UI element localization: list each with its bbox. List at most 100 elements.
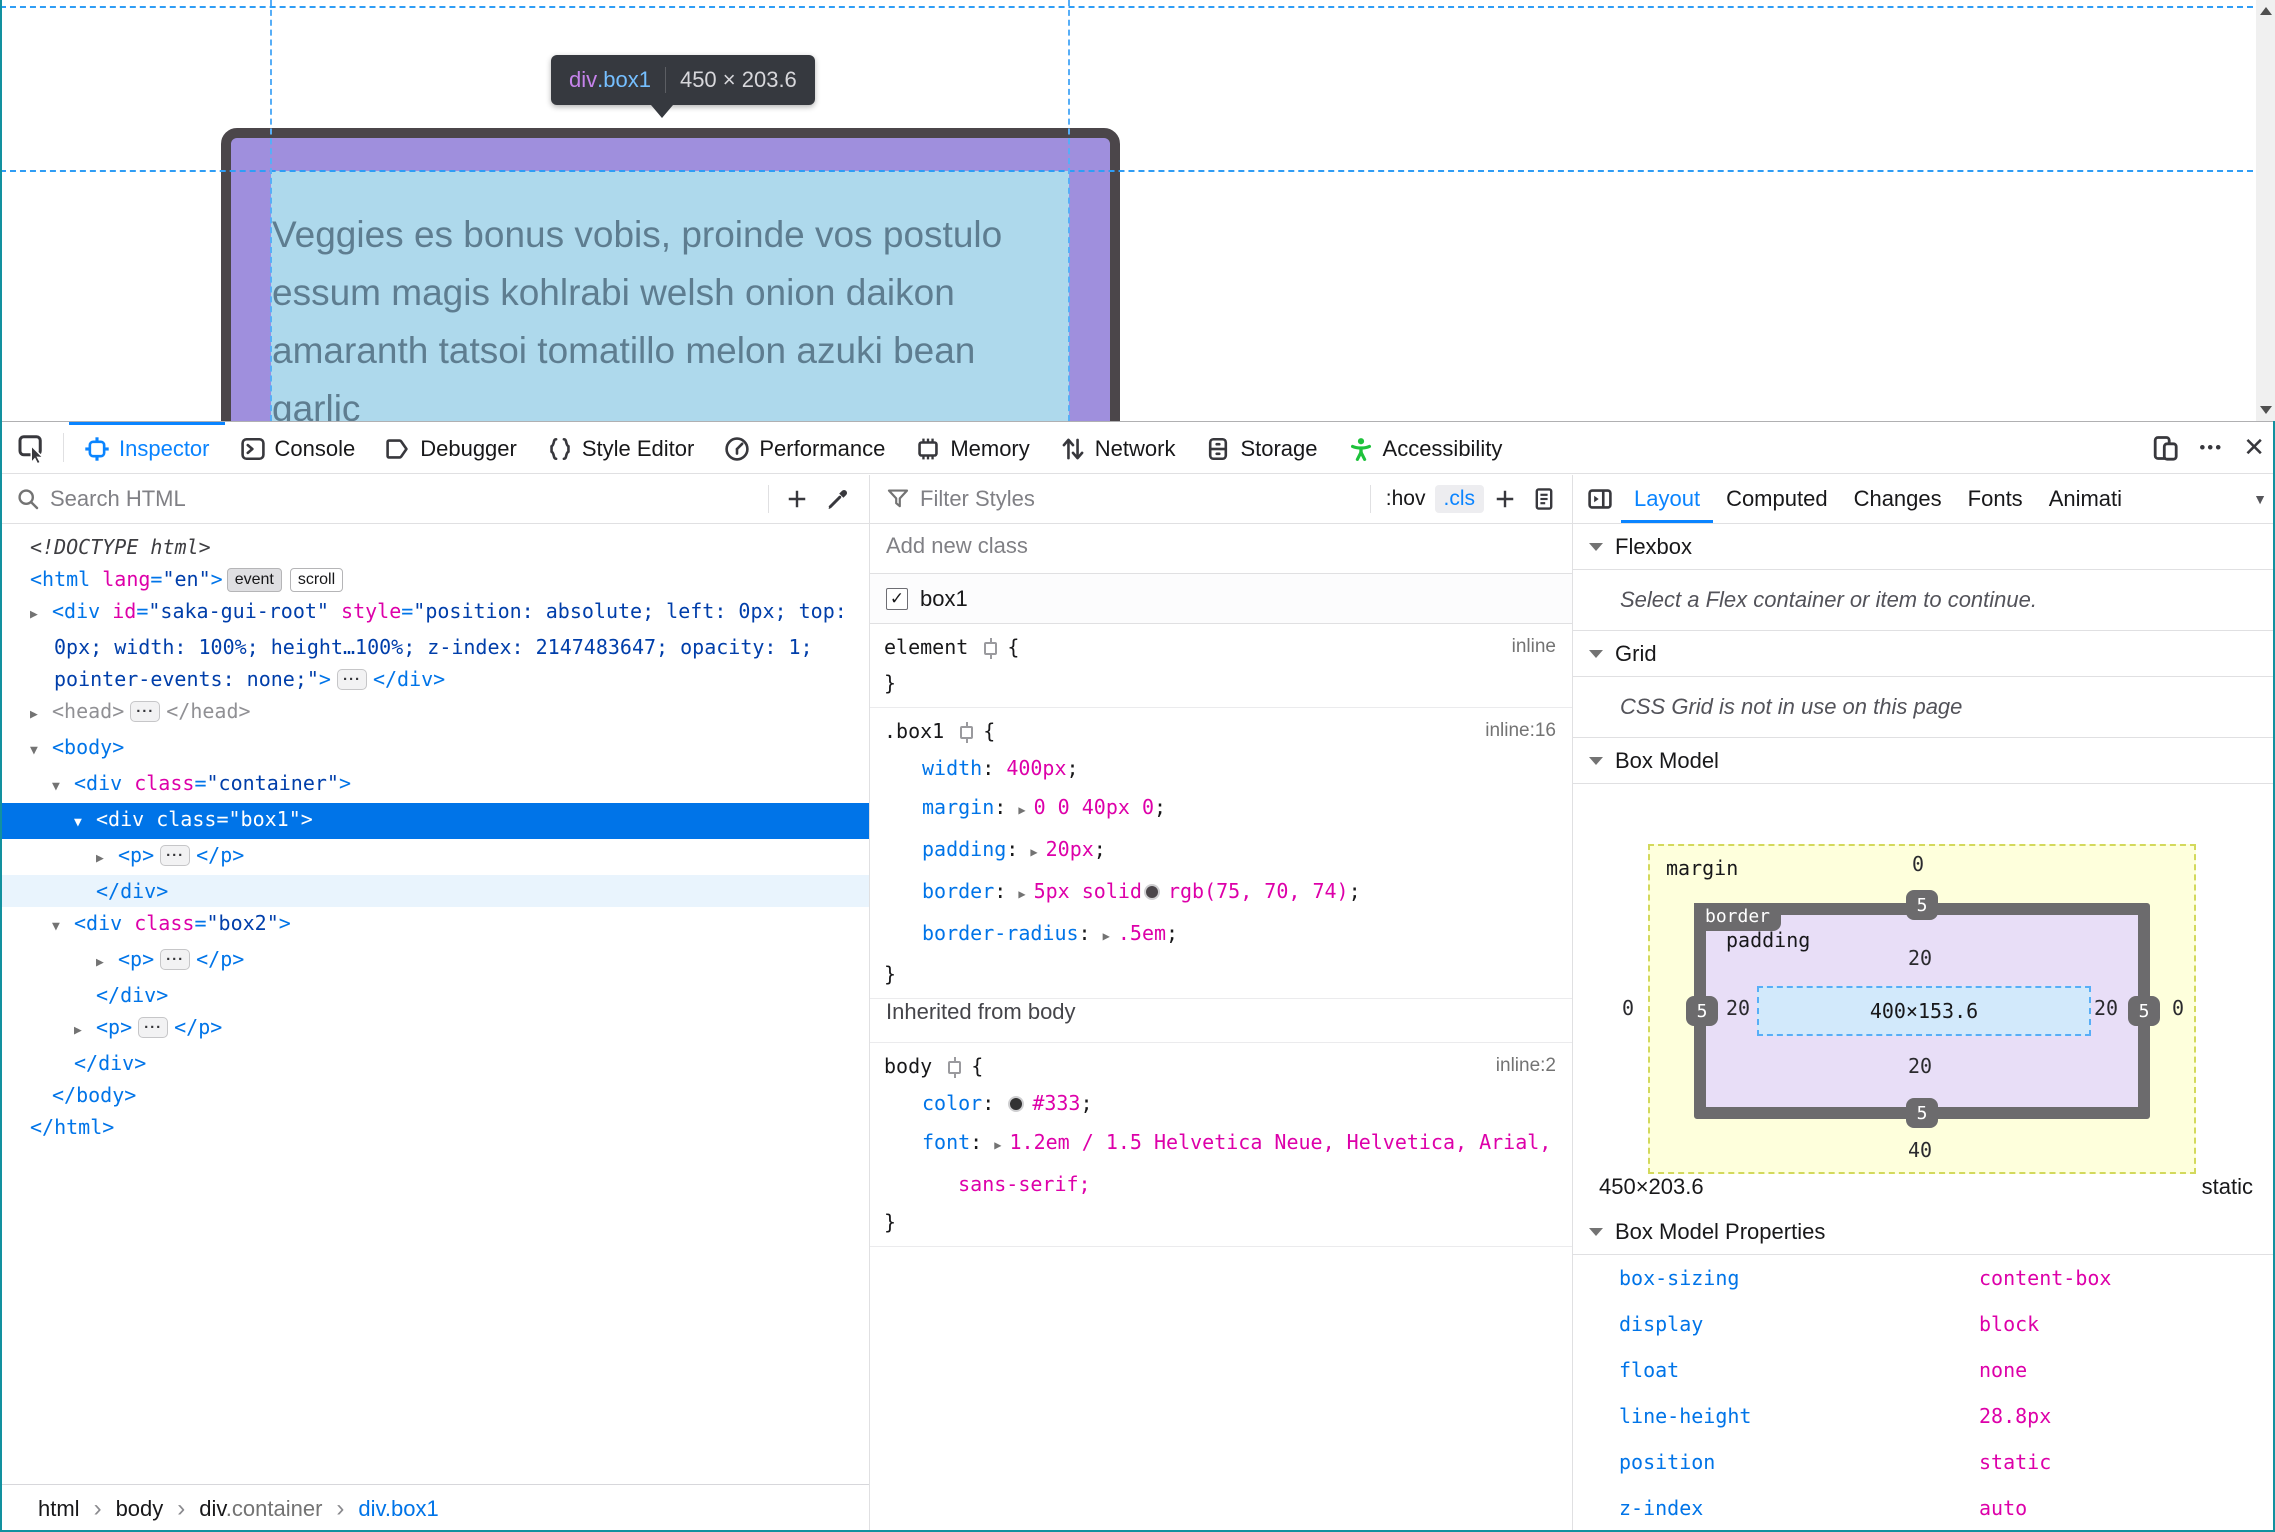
sidebar-tab-computed[interactable]: Computed xyxy=(1713,475,1841,523)
add-new-class-input[interactable] xyxy=(886,533,1538,559)
add-new-class-row xyxy=(870,524,1572,574)
rule-selector[interactable]: body { xyxy=(870,1048,1572,1084)
scroll-up-arrow-icon[interactable] xyxy=(2260,7,2272,15)
rule-source-link[interactable]: inline:16 xyxy=(1485,720,1556,742)
border-left-value[interactable]: 5 xyxy=(1686,996,1718,1026)
tree-row-div-box1-selected[interactable]: ▼ <div class="box1"> xyxy=(0,803,869,839)
tab-storage[interactable]: Storage xyxy=(1190,422,1332,473)
tree-row-close-div-box1[interactable]: </div> xyxy=(0,875,869,907)
add-node-button[interactable] xyxy=(777,488,817,510)
rule-source-link[interactable]: inline:2 xyxy=(1496,1055,1556,1077)
margin-right-value[interactable]: 0 xyxy=(2172,996,2184,1020)
tab-network[interactable]: Network xyxy=(1045,422,1191,473)
page-scrollbar[interactable] xyxy=(2256,0,2275,421)
close-devtools-button[interactable]: ✕ xyxy=(2233,422,2275,473)
sidebar-tab-layout[interactable]: Layout xyxy=(1621,475,1713,523)
meatball-menu-button[interactable]: ••• xyxy=(2189,422,2233,473)
box-model-content-region[interactable]: 400×153.6 xyxy=(1757,986,2091,1036)
tab-accessibility[interactable]: Accessibility xyxy=(1333,422,1518,473)
declaration-font-cont[interactable]: sans-serif; xyxy=(870,1165,1572,1204)
margin-bottom-value[interactable]: 40 xyxy=(1908,1138,1932,1162)
declaration-border[interactable]: border: ▶ 5px solid rgb(75, 70, 74); xyxy=(870,872,1572,914)
pseudo-class-hov-button[interactable]: :hov xyxy=(1377,485,1435,513)
margin-left-value[interactable]: 0 xyxy=(1622,996,1634,1020)
tree-row-saka-gui-root-cont[interactable]: pointer-events: none;"> ··· </div> xyxy=(0,663,869,695)
filter-styles-input[interactable] xyxy=(920,486,1364,512)
tab-inspector[interactable]: Inspector xyxy=(69,422,225,473)
breadcrumb-item-div-box1-selected[interactable]: div.box1 xyxy=(358,1496,438,1522)
rule-selector[interactable]: .box1 { xyxy=(870,713,1572,749)
breadcrumb-item-body[interactable]: body xyxy=(116,1496,164,1522)
border-bottom-value[interactable]: 5 xyxy=(1906,1098,1938,1128)
tree-row-saka-gui-root-cont[interactable]: 0px; width: 100%; height…100%; z-index: … xyxy=(0,631,869,663)
flexbox-section-header[interactable]: Flexbox xyxy=(1573,524,2275,570)
print-media-simulation-button[interactable] xyxy=(1526,487,1562,511)
declaration-color[interactable]: color: #333; xyxy=(870,1084,1572,1123)
tree-row-close-div-box2[interactable]: </div> xyxy=(0,979,869,1011)
tab-console[interactable]: Console xyxy=(225,422,371,473)
declaration-border-radius[interactable]: border-radius: ▶ .5em; xyxy=(870,914,1572,956)
tab-debugger[interactable]: Debugger xyxy=(370,422,532,473)
padding-bottom-value[interactable]: 20 xyxy=(1908,1054,1932,1078)
margin-top-value[interactable]: 0 xyxy=(1912,852,1924,876)
tree-row-p[interactable]: ▶ <p> ··· </p> xyxy=(0,839,869,875)
storage-icon xyxy=(1209,437,1228,461)
tree-row-div-box2[interactable]: ▼ <div class="box2"> xyxy=(0,907,869,943)
border-top-value[interactable]: 5 xyxy=(1906,890,1938,920)
box-model-section-header[interactable]: Box Model xyxy=(1573,738,2275,784)
declaration-padding[interactable]: padding: ▶ 20px; xyxy=(870,830,1572,872)
breadcrumb-item-html[interactable]: html xyxy=(38,1496,80,1522)
tree-row-head[interactable]: ▶ <head> ··· </head> xyxy=(0,695,869,731)
rule-body[interactable]: body { inline:2 color: #333; font: ▶ 1.2e… xyxy=(870,1043,1572,1247)
tab-memory[interactable]: Memory xyxy=(900,422,1044,473)
rule-selector[interactable]: element { xyxy=(870,629,1572,665)
property-row-box-sizing[interactable]: box-sizing content-box xyxy=(1573,1255,2275,1301)
box-model-margin-region[interactable]: margin 0 40 0 0 border 5 5 5 5 padding 2… xyxy=(1622,844,2196,1174)
tree-row-close-html[interactable]: </html> xyxy=(0,1111,869,1143)
sidebar-toggle-button[interactable] xyxy=(1579,475,1621,523)
tree-row-p[interactable]: ▶ <p> ··· </p> xyxy=(0,943,869,979)
box-model-properties-header[interactable]: Box Model Properties xyxy=(1573,1209,2275,1255)
property-row-z-index[interactable]: z-index auto xyxy=(1573,1485,2275,1531)
padding-left-value[interactable]: 20 xyxy=(1726,996,1750,1020)
declaration-margin[interactable]: margin: ▶ 0 0 40px 0; xyxy=(870,788,1572,830)
padding-top-value[interactable]: 20 xyxy=(1908,946,1932,970)
tab-performance[interactable]: Performance xyxy=(709,422,900,473)
property-row-position[interactable]: position static xyxy=(1573,1439,2275,1485)
rule-element[interactable]: element { inline } xyxy=(870,624,1572,708)
grid-section-header[interactable]: Grid xyxy=(1573,631,2275,677)
responsive-design-button[interactable] xyxy=(2141,422,2189,473)
tree-row-body[interactable]: ▼ <body> xyxy=(0,731,869,767)
eyedropper-button[interactable] xyxy=(817,487,859,511)
tree-row-close-div-container[interactable]: </div> xyxy=(0,1047,869,1079)
sidebar-tab-animations[interactable]: Animati xyxy=(2036,475,2122,523)
class-panel-cls-button[interactable]: .cls xyxy=(1434,485,1484,513)
property-row-display[interactable]: display block xyxy=(1573,1301,2275,1347)
tree-row-p[interactable]: ▶ <p> ··· </p> xyxy=(0,1011,869,1047)
rule-box1[interactable]: .box1 { inline:16 width: 400px; margin: … xyxy=(870,708,1572,999)
scroll-down-arrow-icon[interactable] xyxy=(2260,406,2272,414)
property-row-float[interactable]: float none xyxy=(1573,1347,2275,1393)
search-html-input[interactable] xyxy=(50,486,760,512)
tab-style-editor[interactable]: Style Editor xyxy=(532,422,710,473)
padding-right-value[interactable]: 20 xyxy=(2094,996,2118,1020)
sidebar-tab-changes[interactable]: Changes xyxy=(1841,475,1955,523)
node-picker-button[interactable] xyxy=(6,422,58,473)
tree-row-close-body[interactable]: </body> xyxy=(0,1079,869,1111)
breadcrumb-item-div-container[interactable]: div.container xyxy=(199,1496,322,1522)
property-row-line-height[interactable]: line-height 28.8px xyxy=(1573,1393,2275,1439)
declaration-font[interactable]: font: ▶ 1.2em / 1.5 Helvetica Neue, Helve… xyxy=(870,1123,1572,1165)
tabbar-spacer xyxy=(1517,422,2141,473)
border-right-value[interactable]: 5 xyxy=(2128,996,2160,1026)
declaration-width[interactable]: width: 400px; xyxy=(870,749,1572,788)
all-tabs-dropdown-button[interactable]: ▼ xyxy=(2253,475,2275,523)
tree-row-div-container[interactable]: ▼ <div class="container"> xyxy=(0,767,869,803)
rule-source-link[interactable]: inline xyxy=(1512,636,1556,658)
tree-row-saka-gui-root[interactable]: ▶ <div id="saka-gui-root" style="position… xyxy=(0,595,869,631)
tree-row-doctype[interactable]: <!DOCTYPE html> xyxy=(0,531,869,563)
class-box1-checkbox[interactable]: ✓ xyxy=(886,587,908,610)
chevron-right-icon: › xyxy=(177,1494,186,1522)
sidebar-tab-fonts[interactable]: Fonts xyxy=(1955,475,2036,523)
add-rule-button[interactable] xyxy=(1484,488,1526,510)
tree-row-html[interactable]: <html lang="en"> event scroll xyxy=(0,563,869,595)
